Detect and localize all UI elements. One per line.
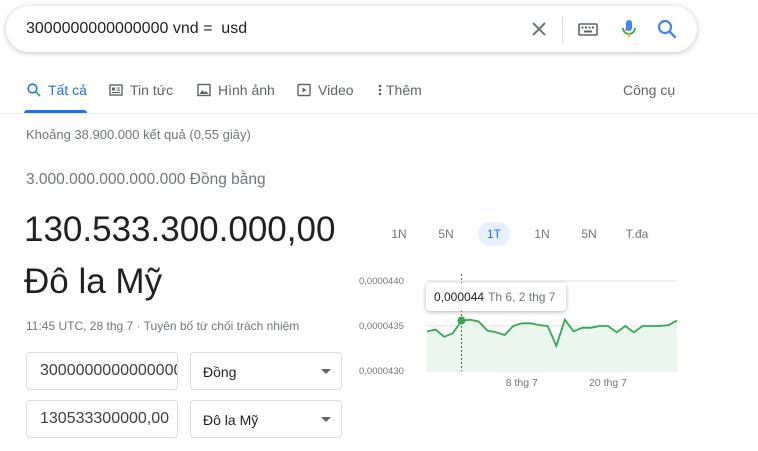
search-tabs: Tất cả Tin tức Hình ảnh Video Thêm Công … bbox=[0, 70, 758, 114]
range-5y[interactable]: 5N bbox=[574, 222, 604, 246]
range-5d[interactable]: 5N bbox=[431, 222, 461, 246]
tab-label: Tất cả bbox=[48, 82, 87, 98]
y-tick-label: 0,0000430 bbox=[359, 366, 404, 377]
x-tick-label: 8 thg 7 bbox=[506, 377, 538, 388]
tab-news[interactable]: Tin tức bbox=[108, 82, 173, 98]
to-amount-field[interactable] bbox=[26, 400, 178, 438]
search-icon bbox=[27, 83, 41, 97]
to-amount-input[interactable] bbox=[27, 401, 177, 437]
searchbar-divider bbox=[562, 17, 563, 43]
range-max[interactable]: T.đa bbox=[620, 222, 654, 246]
result-stats: Khoảng 38.900.000 kết quả (0,55 giây) bbox=[26, 127, 251, 142]
tooltip-value: 0,000044 bbox=[434, 290, 485, 304]
range-1d[interactable]: 1N bbox=[384, 222, 414, 246]
tab-more[interactable]: Thêm bbox=[377, 82, 422, 98]
chart-tooltip: 0,000044 Th 6, 2 thg 7 bbox=[426, 283, 566, 311]
range-1m[interactable]: 1T bbox=[478, 222, 510, 246]
tooltip-point bbox=[457, 316, 466, 325]
search-icon[interactable] bbox=[655, 17, 679, 41]
tab-images[interactable]: Hình ảnh bbox=[196, 82, 275, 98]
video-icon bbox=[297, 83, 311, 97]
to-currency-value: Đô la Mỹ bbox=[203, 412, 259, 428]
y-tick-label: 0,0000435 bbox=[359, 321, 404, 332]
from-amount-field[interactable] bbox=[26, 352, 178, 390]
tooltip-date: Th 6, 2 thg 7 bbox=[488, 290, 556, 304]
separator: · bbox=[133, 319, 144, 333]
more-vert-icon bbox=[378, 84, 382, 96]
search-box[interactable]: 3000000000000000 vnd = usd bbox=[6, 6, 697, 52]
conversion-result: 130.533.300.000,00 Đô la Mỹ bbox=[24, 210, 336, 301]
tools-label: Công cụ bbox=[623, 82, 676, 98]
clear-icon[interactable] bbox=[527, 17, 551, 41]
to-currency-select[interactable]: Đô la Mỹ bbox=[190, 400, 342, 438]
search-input[interactable]: 3000000000000000 vnd = usd bbox=[26, 20, 247, 38]
x-tick-label: 20 thg 7 bbox=[589, 377, 627, 388]
range-1y[interactable]: 1N bbox=[527, 222, 557, 246]
dropdown-arrow-icon bbox=[321, 417, 331, 422]
from-currency-value: Đồng bbox=[203, 364, 237, 380]
tab-label: Hình ảnh bbox=[218, 82, 275, 98]
tab-video[interactable]: Video bbox=[296, 82, 354, 98]
tab-all[interactable]: Tất cả bbox=[26, 82, 87, 98]
active-tab-indicator bbox=[24, 110, 87, 113]
conversion-lead: 3.000.000.000.000.000 Đồng bằng bbox=[26, 171, 266, 188]
tools-button[interactable]: Công cụ bbox=[623, 82, 675, 98]
tab-label: Thêm bbox=[386, 82, 422, 98]
tab-label: Video bbox=[318, 82, 354, 98]
keyboard-icon[interactable] bbox=[576, 17, 600, 41]
news-icon bbox=[109, 84, 123, 96]
mic-icon[interactable] bbox=[617, 17, 641, 41]
y-tick-label: 0,0000440 bbox=[359, 276, 404, 287]
dropdown-arrow-icon bbox=[321, 369, 331, 374]
from-amount-input[interactable] bbox=[27, 353, 177, 389]
tab-label: Tin tức bbox=[130, 82, 174, 98]
conversion-timestamp: 11:45 UTC, 28 thg 7 · Tuyên bố từ chối t… bbox=[26, 319, 299, 333]
from-currency-select[interactable]: Đồng bbox=[190, 352, 342, 390]
disclaimer-link[interactable]: Tuyên bố từ chối trách nhiệm bbox=[144, 319, 300, 333]
image-icon bbox=[197, 83, 211, 97]
timestamp: 11:45 UTC, 28 thg 7 bbox=[26, 319, 134, 333]
